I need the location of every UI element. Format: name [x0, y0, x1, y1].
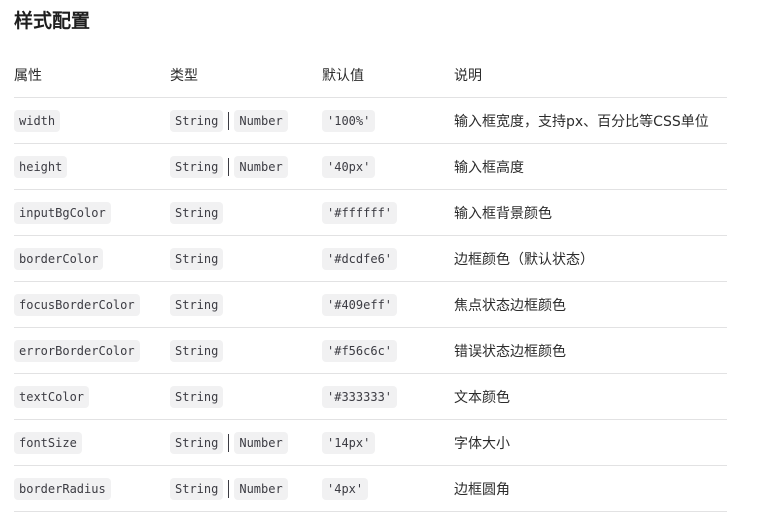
type-cell: String	[170, 189, 322, 236]
table-row: errorBorderColor String '#f56c6c' 错误状态边框颜色	[14, 327, 727, 374]
default-cell: '#409eff'	[322, 281, 454, 328]
property-cell: fontSize	[14, 419, 170, 466]
description-cell: 输入框背景颜色	[454, 189, 727, 236]
table-row: focusBorderColor String '#409eff' 焦点状态边框颜色	[14, 281, 727, 328]
type-name: Number	[234, 109, 288, 132]
type-cell: String	[170, 373, 322, 420]
property-cell: borderColor	[14, 235, 170, 282]
default-cell: '4px'	[322, 465, 454, 512]
table-row: textColor String '#333333' 文本颜色	[14, 373, 727, 420]
column-header-property: 属性	[14, 52, 170, 98]
type-name: String	[170, 431, 224, 454]
default-value: '14px'	[322, 431, 376, 454]
default-cell: '14px'	[322, 419, 454, 466]
property-cell: inputBgColor	[14, 189, 170, 236]
table-row: borderRadius String Number '4px' 边框圆角	[14, 465, 727, 512]
table-row: fontSize String Number '14px' 字体大小	[14, 419, 727, 466]
type-name: String	[170, 293, 224, 316]
description-cell: 输入框高度	[454, 143, 727, 190]
property-cell: width	[14, 97, 170, 144]
property-name: width	[14, 109, 61, 132]
default-cell: '#f56c6c'	[322, 327, 454, 374]
type-name: String	[170, 385, 224, 408]
type-cell: String Number	[170, 419, 322, 466]
property-name: inputBgColor	[14, 201, 111, 224]
type-cell: String	[170, 281, 322, 328]
type-name: String	[170, 155, 224, 178]
type-name: Number	[234, 477, 288, 500]
property-cell: borderRadius	[14, 465, 170, 512]
property-name: height	[14, 155, 68, 178]
default-cell: '#dcdfe6'	[322, 235, 454, 282]
default-cell: '100%'	[322, 97, 454, 144]
table-header-row: 属性 类型 默认值 说明	[14, 52, 727, 98]
property-cell: errorBorderColor	[14, 327, 170, 374]
default-cell: '#333333'	[322, 373, 454, 420]
type-cell: String	[170, 327, 322, 374]
description-cell: 边框圆角	[454, 465, 727, 512]
description-cell: 文本颜色	[454, 373, 727, 420]
property-cell: focusBorderColor	[14, 281, 170, 328]
table-row: height String Number '40px' 输入框高度	[14, 143, 727, 190]
type-name: String	[170, 247, 224, 270]
property-name: borderRadius	[14, 477, 111, 500]
default-cell: '#ffffff'	[322, 189, 454, 236]
table-row: width String Number '100%' 输入框宽度，支持px、百分比等CS…	[14, 97, 727, 144]
description-cell: 焦点状态边框颜色	[454, 281, 727, 328]
table-row: inputBgColor String '#ffffff' 输入框背景颜色	[14, 189, 727, 236]
default-cell: '40px'	[322, 143, 454, 190]
column-header-type: 类型	[170, 52, 322, 98]
type-name: String	[170, 339, 224, 362]
default-value: '4px'	[322, 477, 369, 500]
description-cell: 输入框宽度，支持px、百分比等CSS单位	[454, 97, 727, 144]
description-cell: 边框颜色（默认状态）	[454, 235, 727, 282]
default-value: '#ffffff'	[322, 201, 398, 224]
type-name: Number	[234, 155, 288, 178]
default-value: '#f56c6c'	[322, 339, 398, 362]
description-cell: 错误状态边框颜色	[454, 327, 727, 374]
description-cell: 字体大小	[454, 419, 727, 466]
section-heading: 样式配置	[14, 10, 91, 32]
style-config-table: 属性 类型 默认值 说明 width String Number '100%' 输入框宽…	[14, 52, 727, 512]
property-name: textColor	[14, 385, 90, 408]
default-value: '#dcdfe6'	[322, 247, 398, 270]
type-cell: String Number	[170, 143, 322, 190]
default-value: '#409eff'	[322, 293, 398, 316]
default-value: '100%'	[322, 109, 376, 132]
type-separator	[228, 157, 230, 176]
default-value: '40px'	[322, 155, 376, 178]
type-name: String	[170, 109, 224, 132]
type-cell: String Number	[170, 465, 322, 512]
column-header-default: 默认值	[322, 52, 454, 98]
property-name: borderColor	[14, 247, 104, 270]
column-header-description: 说明	[454, 52, 727, 98]
property-name: fontSize	[14, 431, 82, 454]
type-separator	[228, 433, 230, 452]
type-cell: String	[170, 235, 322, 282]
type-separator	[228, 479, 230, 498]
default-value: '#333333'	[322, 385, 398, 408]
type-cell: String Number	[170, 97, 322, 144]
type-name: String	[170, 477, 224, 500]
type-name: Number	[234, 431, 288, 454]
property-name: focusBorderColor	[14, 293, 140, 316]
type-name: String	[170, 201, 224, 224]
property-cell: height	[14, 143, 170, 190]
type-separator	[228, 111, 230, 130]
property-name: errorBorderColor	[14, 339, 140, 362]
property-cell: textColor	[14, 373, 170, 420]
table-row: borderColor String '#dcdfe6' 边框颜色（默认状态）	[14, 235, 727, 282]
